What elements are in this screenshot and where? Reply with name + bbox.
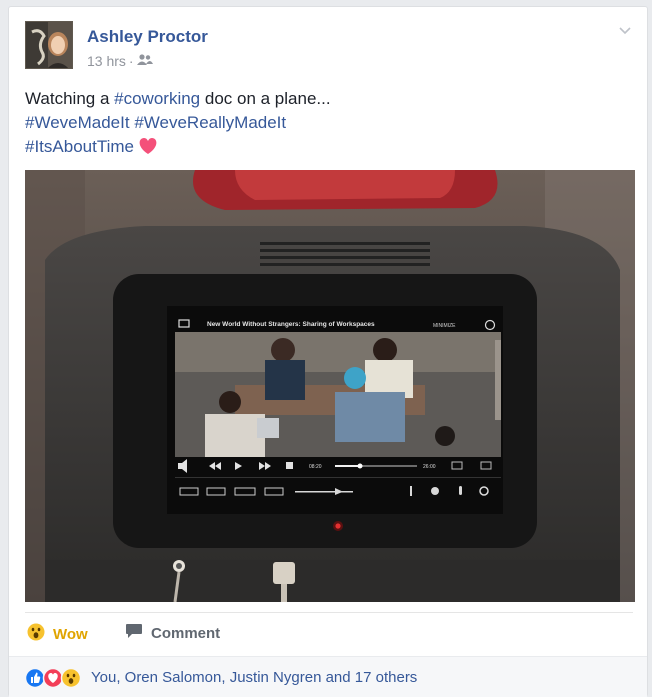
text-fragment: Watching a xyxy=(25,89,115,108)
screen-time-elapsed: 08:20 xyxy=(309,464,322,470)
post-photo[interactable]: New World Without Strangers: Sharing of … xyxy=(25,170,635,602)
comment-label: Comment xyxy=(151,624,221,642)
post-meta: 13 hrs · xyxy=(87,53,153,69)
reactions-summary[interactable]: You, Oren Salomon, Justin Nygren and 17 … xyxy=(9,656,647,697)
post-options-chevron-icon[interactable] xyxy=(617,23,633,39)
post-action-bar: Wow Comment xyxy=(25,612,633,657)
author-avatar[interactable] xyxy=(25,21,73,69)
reaction-icons xyxy=(24,667,87,689)
screen-time-total: 26:00 xyxy=(423,464,436,470)
comment-button[interactable]: Comment xyxy=(125,623,220,643)
post-card: Ashley Proctor 13 hrs · Watching a #cowo… xyxy=(8,6,648,697)
meta-separator: · xyxy=(128,53,134,69)
post-timestamp[interactable]: 13 hrs xyxy=(87,53,126,69)
post-text-line-2: #WeveMadeIt #WeveReallyMadeIt xyxy=(25,111,625,135)
heart-icon xyxy=(138,137,158,162)
post-text: Watching a #coworking doc on a plane... … xyxy=(25,87,625,162)
wow-icon xyxy=(60,667,82,689)
author-name[interactable]: Ashley Proctor xyxy=(87,27,208,47)
comment-icon xyxy=(125,623,143,643)
like-icon xyxy=(24,667,46,689)
hashtag-coworking[interactable]: #coworking xyxy=(114,89,200,108)
wow-icon xyxy=(27,623,45,645)
hashtag-itsabouttime[interactable]: #ItsAboutTime xyxy=(25,137,134,156)
post-text-line-1: Watching a #coworking doc on a plane... xyxy=(25,87,625,111)
hashtag-wevereallymadeit[interactable]: #WeveReallyMadeIt xyxy=(134,113,286,132)
text-fragment: doc on a plane... xyxy=(200,89,331,108)
post-text-line-3: #ItsAboutTime xyxy=(25,135,625,162)
screen-title: New World Without Strangers: Sharing of … xyxy=(207,321,375,328)
love-icon xyxy=(42,667,64,689)
hashtag-wevemadeit[interactable]: #WeveMadeIt xyxy=(25,113,130,132)
reactions-summary-text[interactable]: You, Oren Salomon, Justin Nygren and 17 … xyxy=(91,669,417,686)
screen-minimize-label: MINIMIZE xyxy=(433,323,456,329)
wow-reaction-button[interactable]: Wow xyxy=(27,623,88,645)
wow-label: Wow xyxy=(53,625,88,643)
friends-icon[interactable] xyxy=(136,53,153,69)
